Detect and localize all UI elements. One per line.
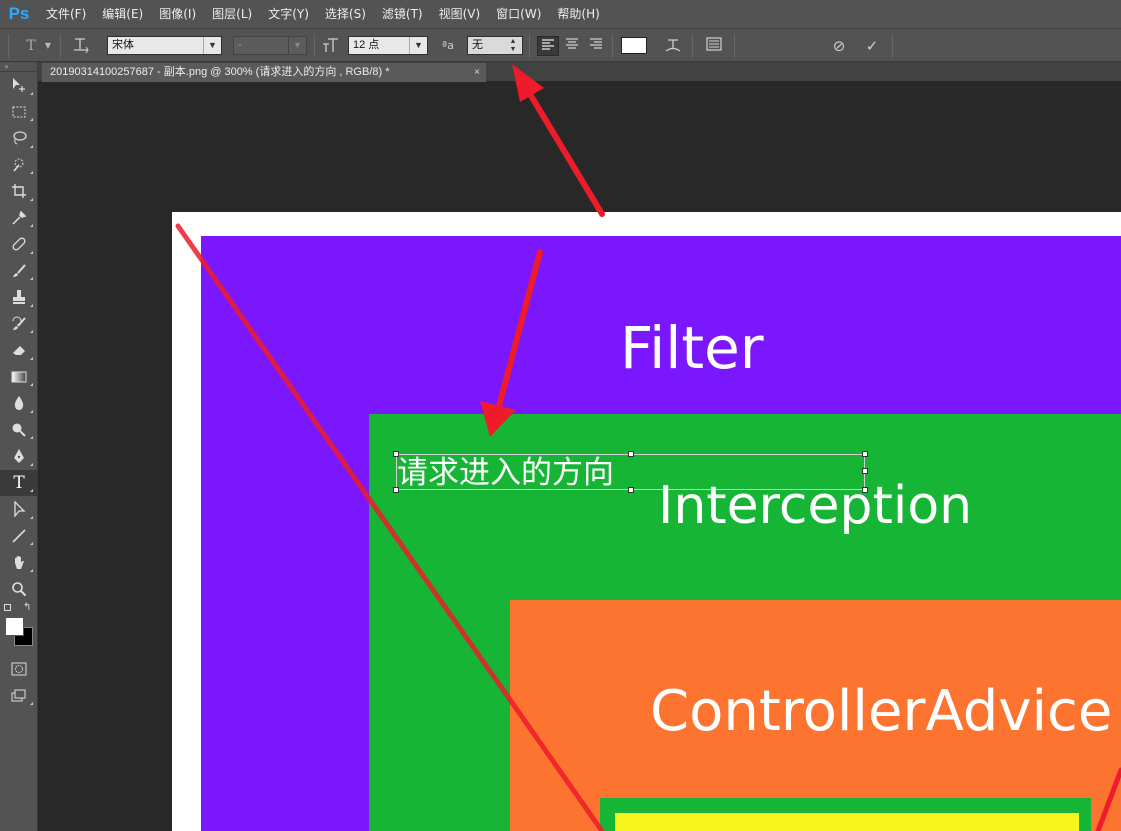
chevron-down-icon: ▼ <box>288 37 306 54</box>
filter-layer: Filter 请求进入的方向 Interception ControllerAd… <box>201 236 1121 831</box>
crop-icon[interactable] <box>0 178 38 205</box>
history-brush-icon[interactable] <box>0 311 38 338</box>
font-size-icon <box>320 36 342 56</box>
antialias-icon: ªa <box>442 39 454 52</box>
panel-collapse-icon[interactable]: » <box>0 62 37 72</box>
options-grip <box>8 34 9 58</box>
align-left-icon[interactable] <box>537 36 559 56</box>
chevron-down-icon: ▼ <box>203 37 221 54</box>
chevron-down-icon: ▼ <box>409 37 427 54</box>
separator <box>612 34 613 58</box>
font-family-value: 宋体 <box>112 39 134 51</box>
document-tab[interactable]: 20190314100257687 - 副本.png @ 300% (请求进入的… <box>42 63 486 82</box>
default-colors-icon[interactable] <box>4 604 11 611</box>
menu-view[interactable]: 视图(V) <box>431 0 489 28</box>
font-family-select[interactable]: 宋体 ▼ <box>107 36 222 55</box>
text-orientation-icon[interactable] <box>70 36 92 56</box>
commit-edit-icon[interactable]: ✓ <box>861 36 883 56</box>
separator <box>529 34 530 58</box>
character-panel-icon[interactable] <box>703 36 725 56</box>
move-icon[interactable] <box>0 72 38 99</box>
lasso-icon[interactable] <box>0 125 38 152</box>
resize-handle[interactable] <box>628 487 634 493</box>
options-bar: T ▼ 宋体 ▼ - ▼ 12 点 ▼ ªa 无 ▲ ▼ ⊘ ✓ <box>0 28 1121 62</box>
separator <box>692 34 693 58</box>
filter-label: Filter <box>620 314 764 382</box>
type-icon[interactable]: T <box>0 469 38 496</box>
menu-help[interactable]: 帮助(H) <box>549 0 607 28</box>
tools-panel: » T ↰ <box>0 62 38 831</box>
brush-icon[interactable] <box>0 258 38 285</box>
menu-edit[interactable]: 编辑(E) <box>94 0 151 28</box>
marquee-icon[interactable] <box>0 99 38 126</box>
screen-mode-icon[interactable] <box>0 683 38 710</box>
menu-filter[interactable]: 滤镜(T) <box>374 0 431 28</box>
align-right-icon[interactable] <box>585 36 607 56</box>
align-center-icon[interactable] <box>561 36 583 56</box>
dodge-icon[interactable] <box>0 417 38 444</box>
yellow-layer <box>615 813 1079 831</box>
typing-text[interactable]: 请求进入的方向 <box>397 458 614 489</box>
warp-text-icon[interactable] <box>662 36 684 56</box>
blur-icon[interactable] <box>0 390 38 417</box>
document-tab-title: 20190314100257687 - 副本.png @ 300% (请求进入的… <box>50 66 390 78</box>
font-style-value: - <box>238 39 242 51</box>
resize-handle[interactable] <box>862 451 868 457</box>
spinner-icon: ▲ ▼ <box>509 38 517 53</box>
controller-advice-label: ControllerAdvice <box>650 679 1113 744</box>
document-canvas[interactable]: Filter 请求进入的方向 Interception ControllerAd… <box>172 212 1121 831</box>
photoshop-logo: Ps <box>8 4 30 23</box>
interception-label: Interception <box>658 476 973 536</box>
inner-green-layer <box>600 798 1091 831</box>
antialias-select[interactable]: 无 ▲ ▼ <box>467 36 523 55</box>
controller-advice-layer: ControllerAdvice <box>510 600 1121 831</box>
separator <box>892 34 893 58</box>
menu-image[interactable]: 图像(I) <box>151 0 204 28</box>
close-icon[interactable]: × <box>474 63 480 82</box>
menu-file[interactable]: 文件(F) <box>38 0 94 28</box>
hand-icon[interactable] <box>0 549 38 576</box>
menu-layer[interactable]: 图层(L) <box>204 0 260 28</box>
text-color-swatch[interactable] <box>621 37 647 54</box>
path-select-icon[interactable] <box>0 496 38 523</box>
cancel-edit-icon[interactable]: ⊘ <box>828 36 850 56</box>
canvas-workspace[interactable]: Filter 请求进入的方向 Interception ControllerAd… <box>38 82 1121 831</box>
eraser-icon[interactable] <box>0 337 38 364</box>
font-size-value: 12 点 <box>353 39 380 51</box>
separator <box>734 34 735 58</box>
foreground-color-swatch[interactable] <box>5 617 24 636</box>
quick-mask-icon[interactable] <box>0 656 38 683</box>
antialias-value: 无 <box>472 39 483 51</box>
healing-brush-icon[interactable] <box>0 231 38 258</box>
font-size-select[interactable]: 12 点 ▼ <box>348 36 428 55</box>
eyedropper-icon[interactable] <box>0 205 38 232</box>
document-tab-strip: 20190314100257687 - 副本.png @ 300% (请求进入的… <box>38 62 1121 82</box>
separator <box>60 34 61 58</box>
zoom-icon[interactable] <box>0 576 38 603</box>
tool-preset-icon[interactable]: T <box>20 36 42 56</box>
resize-handle[interactable] <box>862 468 868 474</box>
menu-select[interactable]: 选择(S) <box>317 0 374 28</box>
tool-preset-dropdown-icon[interactable]: ▼ <box>42 36 54 56</box>
pen-icon[interactable] <box>0 443 38 470</box>
interception-layer: 请求进入的方向 Interception ControllerAdvice <box>369 414 1121 831</box>
menu-window[interactable]: 窗口(W) <box>488 0 549 28</box>
clone-stamp-icon[interactable] <box>0 284 38 311</box>
line-icon[interactable] <box>0 523 38 550</box>
resize-handle[interactable] <box>628 451 634 457</box>
menu-bar: Ps 文件(F) 编辑(E) 图像(I) 图层(L) 文字(Y) 选择(S) 滤… <box>0 0 1121 28</box>
gradient-icon[interactable] <box>0 364 38 391</box>
swap-colors-icon[interactable]: ↰ <box>23 602 31 613</box>
separator <box>314 34 315 58</box>
font-style-select[interactable]: - ▼ <box>233 36 307 55</box>
menu-type[interactable]: 文字(Y) <box>260 0 317 28</box>
quick-select-icon[interactable] <box>0 152 38 179</box>
color-swatches: ↰ <box>0 602 37 656</box>
